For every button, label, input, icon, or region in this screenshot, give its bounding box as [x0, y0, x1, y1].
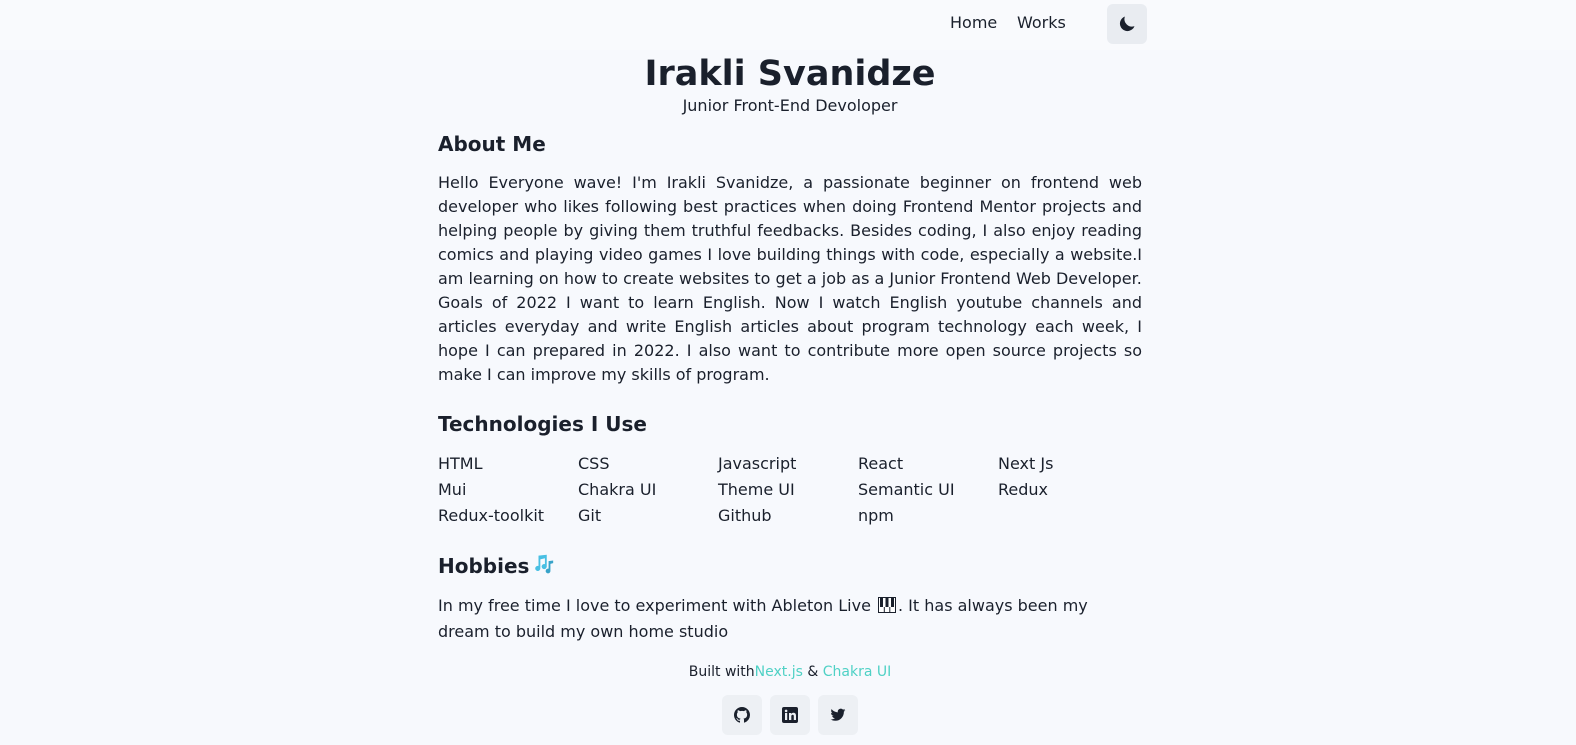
about-heading: About Me	[438, 132, 546, 156]
tech-item: HTML	[438, 454, 483, 473]
chakra-link[interactable]: Chakra UI	[823, 664, 892, 680]
tech-item: React	[858, 454, 904, 473]
hobbies-text: In my free time I love to experiment wit…	[438, 594, 1142, 644]
tech-item: npm	[858, 506, 894, 525]
github-icon	[734, 707, 750, 723]
tech-item: CSS	[578, 454, 610, 473]
footer-amp: &	[807, 664, 819, 680]
about-paragraph-2: Goals of 2022 I want to learn English. N…	[438, 293, 1142, 384]
technologies-heading: Technologies I Use	[438, 412, 647, 436]
hobbies-heading: Hobbies	[438, 553, 530, 578]
tech-item: Javascript	[718, 454, 797, 473]
tech-item: Chakra UI	[578, 480, 657, 499]
linkedin-icon	[782, 707, 798, 723]
footer-built-with: Built with	[688, 664, 755, 680]
nextjs-link[interactable]: Next.js	[755, 664, 803, 680]
main-content: Irakli Svanidze Junior Front-End Devolop…	[438, 52, 1142, 644]
twitter-icon	[830, 708, 846, 721]
nav-link-works[interactable]: Works	[1017, 13, 1066, 33]
about-text: Hello Everyone wave! I'm Irakli Svanidze…	[438, 171, 1142, 387]
linkedin-button[interactable]	[770, 695, 810, 735]
nav-link-home[interactable]: Home	[950, 13, 997, 33]
footer: Built withNext.js & Chakra UI	[438, 663, 1142, 681]
github-button[interactable]	[722, 695, 762, 735]
navbar: Home Works	[0, 0, 1576, 50]
tech-item: Semantic UI	[858, 480, 955, 499]
moon-icon	[1119, 16, 1135, 32]
job-title: Junior Front-End Devoloper	[682, 96, 898, 115]
twitter-button[interactable]	[818, 695, 858, 735]
page-title: Irakli Svanidze	[644, 54, 936, 94]
tech-item: Mui	[438, 480, 467, 499]
about-paragraph-1: Hello Everyone wave! I'm Irakli Svanidze…	[438, 173, 1142, 288]
hobbies-text-before: In my free time I love to experiment wit…	[438, 596, 871, 615]
tech-item: Next Js	[998, 454, 1054, 473]
tech-item: Github	[718, 506, 772, 525]
piano-keys-icon	[878, 596, 896, 620]
tech-item: Redux-toolkit	[438, 506, 545, 525]
music-notes-icon	[533, 552, 555, 579]
tech-item: Theme UI	[718, 480, 795, 499]
hobbies-heading-row: Hobbies	[438, 552, 1142, 579]
theme-toggle-button[interactable]	[1107, 4, 1147, 44]
tech-item: Redux	[998, 480, 1049, 499]
technologies-grid: HTML CSS Javascript React Next Js Mui Ch…	[438, 451, 1142, 529]
tech-item: Git	[578, 506, 602, 525]
social-links	[722, 695, 858, 735]
